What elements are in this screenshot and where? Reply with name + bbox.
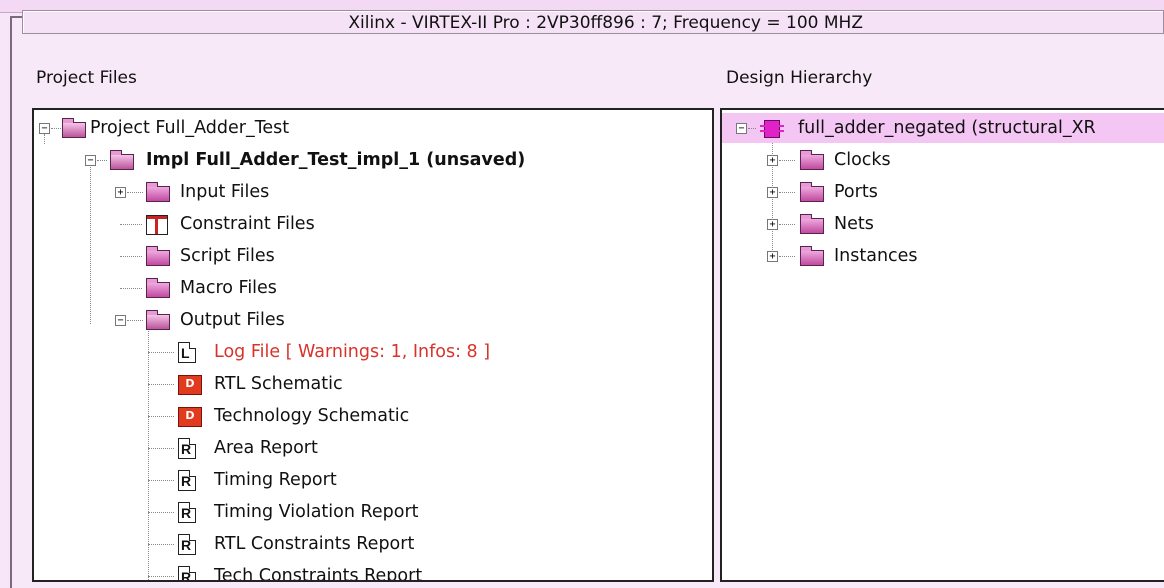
hierarchy-item-top[interactable]: − full_adder_negated (structural_XR	[722, 113, 1164, 143]
expand-icon[interactable]: +	[767, 187, 778, 198]
hierarchy-item-label: Nets	[834, 214, 874, 234]
tree-item-label: Tech Constraints Report	[214, 566, 423, 582]
tree-item-timing-violation-report[interactable]: R Timing Violation Report	[34, 497, 704, 527]
clock-folder-icon	[800, 150, 824, 170]
device-info-bar: Xilinx - VIRTEX-II Pro : 2VP30ff896 : 7;…	[22, 10, 1164, 34]
tree-item-area-report[interactable]: R Area Report	[34, 433, 704, 463]
tree-item-label: Constraint Files	[180, 214, 315, 234]
tree-item-macro-files[interactable]: Macro Files	[34, 273, 704, 303]
tree-item-technology-schematic[interactable]: D Technology Schematic	[34, 401, 704, 431]
hierarchy-item-label: Clocks	[834, 150, 891, 170]
tree-item-label: RTL Constraints Report	[214, 534, 415, 554]
tree-item-rtl-schematic[interactable]: D RTL Schematic	[34, 369, 704, 399]
folder-open-icon	[146, 310, 170, 330]
hierarchy-item-ports[interactable]: + Ports	[722, 177, 1164, 207]
tree-item-label: Timing Violation Report	[214, 502, 419, 522]
expand-icon[interactable]: +	[767, 155, 778, 166]
hierarchy-item-label: Instances	[834, 246, 918, 266]
folder-icon	[800, 246, 824, 266]
tree-item-label: Log File [ Warnings: 1, Infos: 8 ]	[214, 342, 491, 362]
tree-item-rtl-constraints-report[interactable]: R RTL Constraints Report	[34, 529, 704, 559]
tree-item-label: Timing Report	[214, 470, 337, 490]
report-icon: R	[178, 502, 196, 523]
tree-item-label: Project Full_Adder_Test	[90, 118, 290, 138]
folder-icon	[146, 278, 170, 298]
folder-icon	[800, 214, 824, 234]
tree-item-label: Output Files	[180, 310, 285, 330]
folder-icon	[146, 182, 170, 202]
tree-item-tech-constraints-report[interactable]: R Tech Constraints Report	[34, 561, 704, 582]
design-hierarchy-tree[interactable]: − full_adder_negated (structural_XR + Cl…	[720, 108, 1164, 582]
tree-item-impl[interactable]: − Impl Full_Adder_Test_impl_1 (unsaved)	[34, 145, 704, 175]
tree-item-label: Script Files	[180, 246, 275, 266]
report-icon: R	[178, 438, 196, 459]
tree-item-constraint-files[interactable]: Constraint Files	[34, 209, 704, 239]
device-info-text: Xilinx - VIRTEX-II Pro : 2VP30ff896 : 7;…	[348, 13, 863, 33]
hierarchy-item-nets[interactable]: + Nets	[722, 209, 1164, 239]
hierarchy-item-instances[interactable]: + Instances	[722, 241, 1164, 271]
folder-open-icon	[62, 118, 86, 138]
log-file-icon: L	[178, 342, 196, 363]
tree-item-output-files[interactable]: − Output Files	[34, 305, 704, 335]
tree-item-input-files[interactable]: + Input Files	[34, 177, 704, 207]
collapse-icon[interactable]: −	[85, 155, 96, 166]
expand-icon[interactable]: +	[767, 219, 778, 230]
tree-item-label: Macro Files	[180, 278, 277, 298]
project-files-title: Project Files	[36, 68, 137, 88]
collapse-icon[interactable]: −	[736, 123, 747, 134]
folder-open-icon	[110, 150, 134, 170]
hierarchy-item-label: full_adder_negated (structural_XR	[798, 118, 1096, 138]
hierarchy-item-label: Ports	[834, 182, 878, 202]
tree-item-label: Impl Full_Adder_Test_impl_1 (unsaved)	[146, 150, 526, 170]
report-icon: R	[178, 534, 196, 555]
expand-icon[interactable]: +	[115, 187, 126, 198]
tree-item-log-file[interactable]: L Log File [ Warnings: 1, Infos: 8 ]	[34, 337, 704, 367]
folder-icon	[800, 182, 824, 202]
tree-item-timing-report[interactable]: R Timing Report	[34, 465, 704, 495]
design-block-icon	[760, 120, 784, 138]
tree-item-script-files[interactable]: Script Files	[34, 241, 704, 271]
project-files-tree[interactable]: − Project Full_Adder_Test − Impl Full_Ad…	[32, 108, 714, 582]
collapse-icon[interactable]: −	[115, 315, 126, 326]
tree-item-project[interactable]: − Project Full_Adder_Test	[34, 113, 704, 143]
report-icon: R	[178, 470, 196, 491]
tree-item-label: RTL Schematic	[214, 374, 343, 394]
table-icon	[146, 215, 168, 235]
folder-icon	[146, 246, 170, 266]
report-icon: R	[178, 566, 196, 580]
expand-icon[interactable]: +	[767, 251, 778, 262]
tree-item-label: Input Files	[180, 182, 270, 202]
tree-item-label: Area Report	[214, 438, 318, 458]
schematic-icon: D	[178, 375, 202, 395]
tree-item-label: Technology Schematic	[214, 406, 410, 426]
collapse-icon[interactable]: −	[39, 123, 50, 134]
design-hierarchy-title: Design Hierarchy	[726, 68, 873, 88]
schematic-icon: D	[178, 407, 202, 427]
hierarchy-item-clocks[interactable]: + Clocks	[722, 145, 1164, 175]
